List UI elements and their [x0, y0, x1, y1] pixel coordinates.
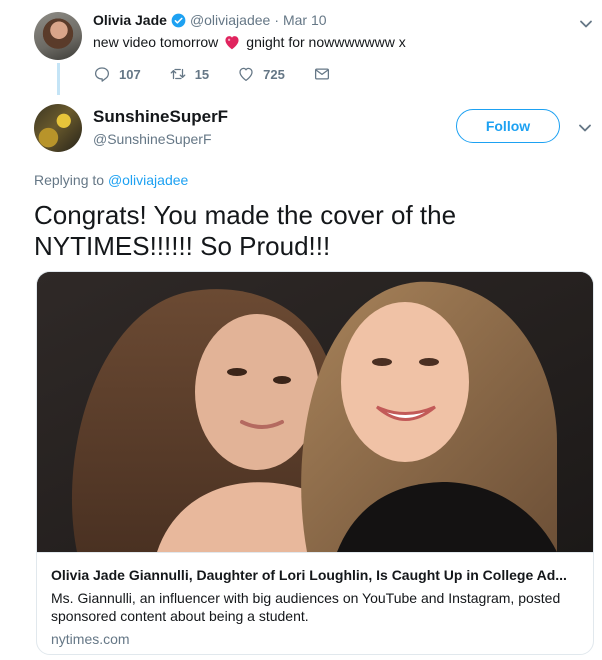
parent-tweet[interactable]: Olivia Jade @oliviajadee · Mar 10 new vi…: [0, 0, 602, 95]
reply-button[interactable]: 107: [93, 65, 141, 83]
direct-message-button[interactable]: [313, 65, 331, 83]
chevron-down-icon[interactable]: [576, 14, 596, 34]
reply-icon: [94, 67, 110, 82]
verified-badge-icon: [171, 13, 186, 28]
chevron-down-icon[interactable]: [575, 118, 595, 138]
reply-count: 107: [119, 66, 141, 82]
main-tweet-text: Congrats! You made the cover of the NYTI…: [34, 200, 457, 261]
card-title[interactable]: Olivia Jade Giannulli, Daughter of Lori …: [51, 567, 579, 583]
main-author-avatar[interactable]: [34, 104, 82, 152]
link-preview-card[interactable]: Olivia Jade Giannulli, Daughter of Lori …: [36, 271, 594, 655]
thread-connector-line: [57, 63, 60, 95]
retweet-button[interactable]: 15: [169, 65, 209, 83]
main-author-name[interactable]: SunshineSuperF: [93, 107, 228, 127]
parent-tweet-date[interactable]: Mar 10: [283, 12, 327, 28]
parent-tweet-header: Olivia Jade @oliviajadee · Mar 10: [93, 12, 327, 28]
like-button[interactable]: 725: [237, 65, 285, 83]
retweet-icon: [170, 68, 186, 80]
like-icon: [239, 67, 253, 82]
replying-to-line: Replying to @oliviajadee: [34, 172, 188, 188]
main-author-handle[interactable]: @SunshineSuperF: [93, 131, 212, 147]
parent-tweet-actions: 107 15 725: [93, 64, 359, 84]
parent-author-avatar[interactable]: [34, 12, 82, 60]
retweet-count: 15: [194, 66, 210, 82]
heart-emoji-icon: [223, 34, 241, 50]
replying-prefix: Replying to: [34, 172, 105, 188]
parent-author-name[interactable]: Olivia Jade: [93, 12, 167, 28]
like-count: 725: [263, 66, 285, 82]
parent-text-after: gnight for nowwwwwww x: [246, 34, 406, 50]
card-body: Olivia Jade Giannulli, Daughter of Lori …: [37, 552, 593, 647]
card-image: [37, 272, 593, 552]
header-separator: ·: [274, 12, 279, 28]
card-domain: nytimes.com: [51, 631, 130, 647]
parent-text-before: new video tomorrow: [93, 34, 219, 50]
parent-author-handle[interactable]: @oliviajadee: [190, 12, 270, 28]
card-description: Ms. Giannulli, an influencer with big au…: [51, 590, 561, 624]
follow-button[interactable]: Follow: [456, 109, 560, 143]
replying-to-mention-link[interactable]: @oliviajadee: [108, 172, 188, 188]
direct-message-icon: [314, 68, 329, 80]
parent-tweet-text: new video tomorrow gnight for nowwwwwww …: [93, 33, 406, 51]
